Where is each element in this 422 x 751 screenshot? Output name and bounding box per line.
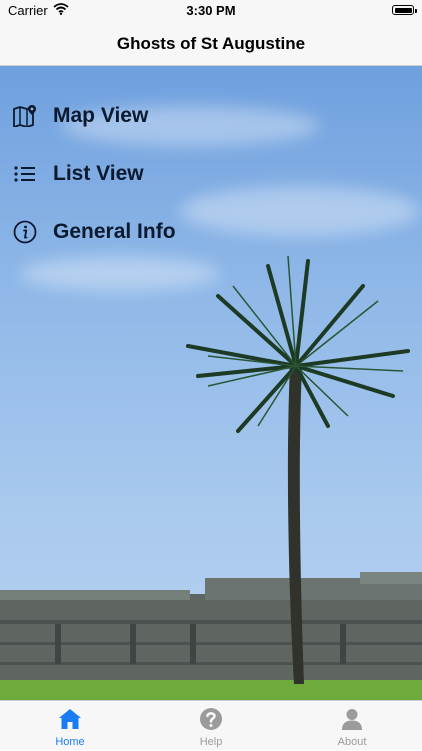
list-icon [12, 161, 38, 187]
tab-home-label: Home [55, 736, 85, 748]
tab-bar: Home Help About [0, 700, 422, 750]
tab-about-label: About [337, 736, 367, 748]
battery-icon [392, 5, 417, 15]
tab-help-label: Help [199, 736, 223, 748]
status-bar: Carrier 3:30 PM [0, 0, 422, 22]
home-content: Map View List View General Info [0, 66, 422, 700]
general-info-menu-item[interactable]: General Info [0, 210, 260, 254]
map-view-menu-item[interactable]: Map View [0, 94, 260, 138]
general-info-label: General Info [53, 220, 176, 243]
page-title: Ghosts of St Augustine [116, 34, 306, 53]
help-icon [199, 707, 223, 731]
navigation-bar: Ghosts of St Augustine [0, 22, 422, 66]
palm-tree-image [186, 256, 410, 684]
tab-home[interactable]: Home [0, 701, 140, 751]
list-view-menu-item[interactable]: List View [0, 152, 260, 196]
status-time: 3:30 PM [186, 3, 236, 18]
tab-help[interactable]: Help [141, 701, 281, 751]
map-pin-icon [12, 103, 38, 129]
home-icon [58, 707, 82, 731]
info-icon [12, 219, 38, 245]
tab-about[interactable]: About [282, 701, 422, 751]
map-view-label: Map View [53, 104, 149, 127]
list-view-label: List View [53, 162, 144, 185]
person-icon [340, 707, 364, 731]
